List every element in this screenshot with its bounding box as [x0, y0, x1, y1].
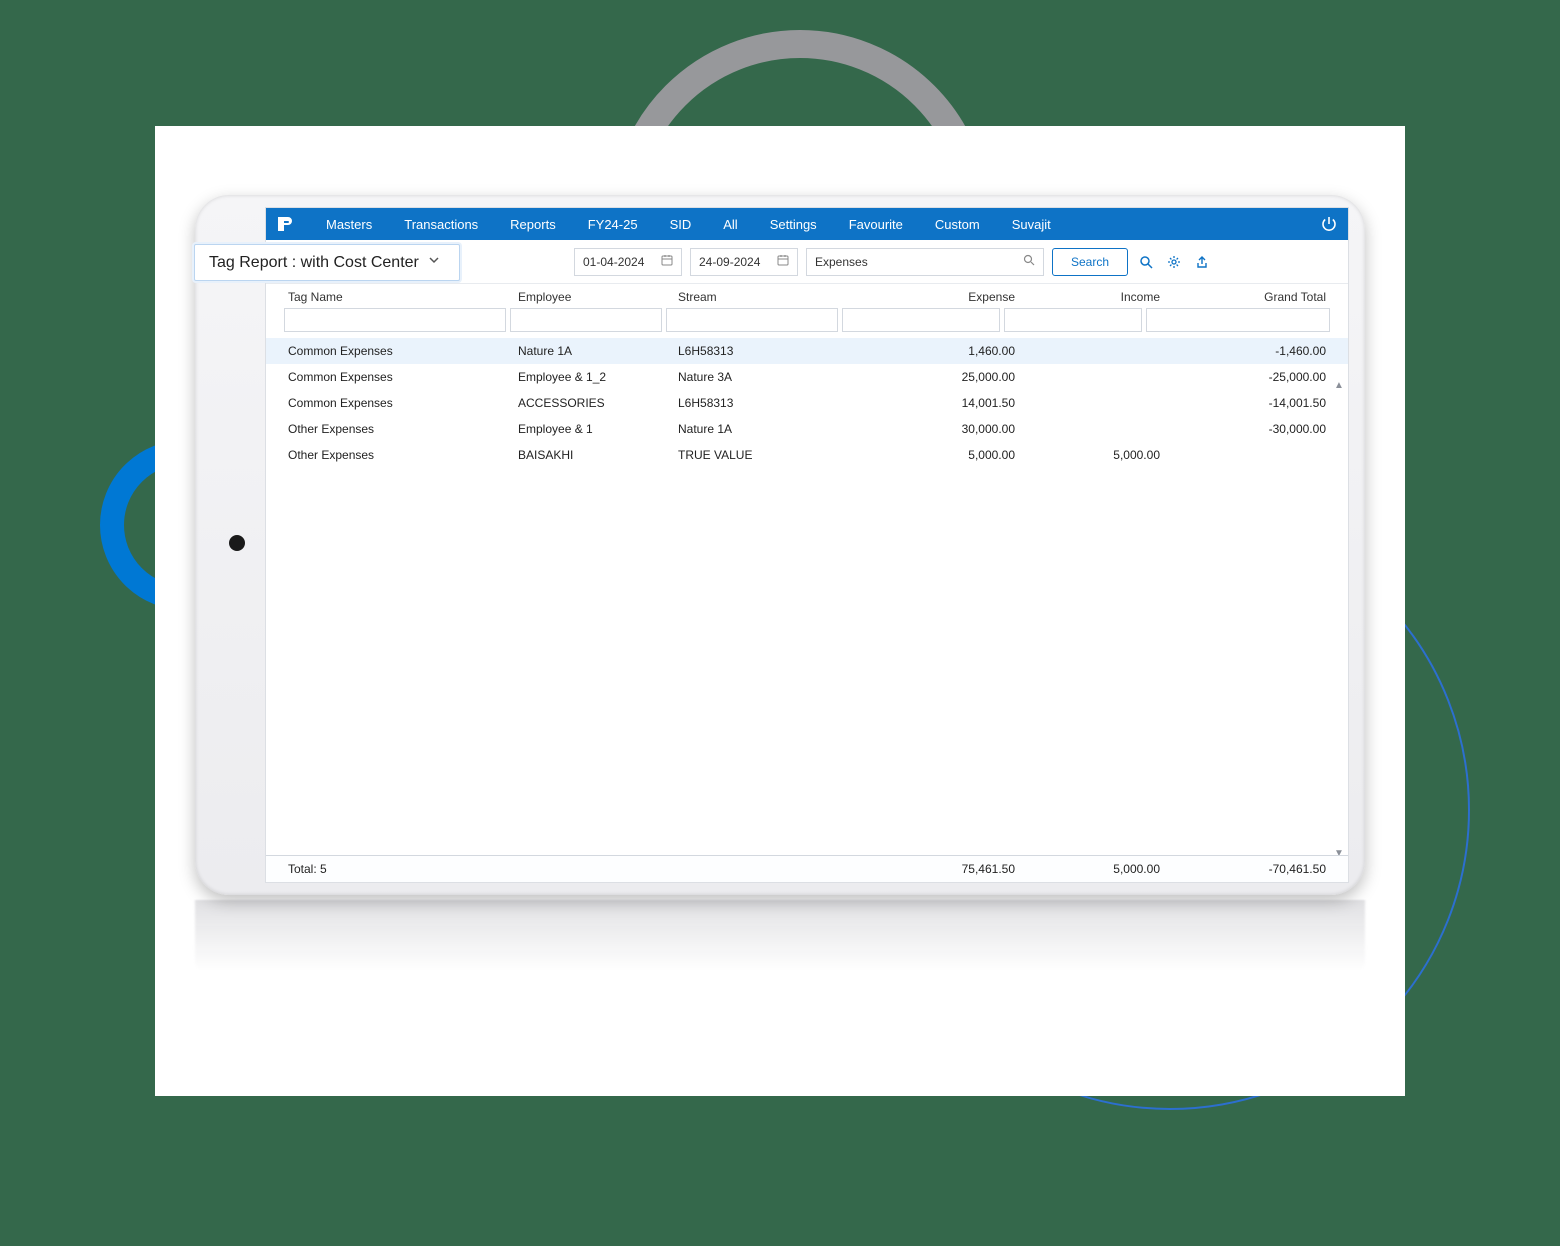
gear-icon[interactable]	[1164, 252, 1184, 272]
search-button[interactable]: Search	[1052, 248, 1128, 276]
cell-employee: ACCESSORIES	[514, 396, 674, 410]
cell-grand-total: -14,001.50	[1164, 396, 1330, 410]
cell-expense: 1,460.00	[854, 344, 1019, 358]
filter-grandtotal-input[interactable]	[1146, 308, 1330, 332]
to-date-value: 24-09-2024	[699, 255, 760, 269]
cell-stream: L6H58313	[674, 396, 854, 410]
nav-all[interactable]: All	[709, 208, 751, 240]
column-filter-row	[266, 308, 1348, 338]
nav-custom[interactable]: Custom	[921, 208, 994, 240]
filter-bar: Tag Report : with Cost Center 01-04-2024…	[266, 240, 1348, 284]
cell-expense: 14,001.50	[854, 396, 1019, 410]
filter-expense-input[interactable]	[842, 308, 1000, 332]
cell-grand-total: -25,000.00	[1164, 370, 1330, 384]
header-tag[interactable]: Tag Name	[284, 290, 514, 304]
tablet-frame: Masters Transactions Reports FY24-25 SID…	[195, 195, 1365, 895]
cell-employee: Nature 1A	[514, 344, 674, 358]
type-value: Expenses	[815, 255, 868, 269]
cell-grand-total: -1,460.00	[1164, 344, 1330, 358]
from-date-input[interactable]: 01-04-2024	[574, 248, 682, 276]
filter-stream-input[interactable]	[666, 308, 838, 332]
cell-stream: L6H58313	[674, 344, 854, 358]
cell-expense: 30,000.00	[854, 422, 1019, 436]
total-label: Total: 5	[284, 862, 514, 876]
header-income[interactable]: Income	[1019, 290, 1164, 304]
cell-tag: Common Expenses	[284, 396, 514, 410]
tablet-home-button	[229, 535, 245, 551]
calendar-icon	[661, 254, 673, 269]
cell-income	[1019, 370, 1164, 384]
cell-stream: TRUE VALUE	[674, 448, 854, 462]
nav-sid[interactable]: SID	[656, 208, 706, 240]
nav-favourite[interactable]: Favourite	[835, 208, 917, 240]
chevron-down-icon	[427, 253, 441, 272]
search-icon-button[interactable]	[1136, 252, 1156, 272]
app-screen: Masters Transactions Reports FY24-25 SID…	[265, 207, 1349, 883]
calendar-icon	[777, 254, 789, 269]
cell-grand-total: -30,000.00	[1164, 422, 1330, 436]
header-stream[interactable]: Stream	[674, 290, 854, 304]
export-icon[interactable]	[1192, 252, 1212, 272]
top-nav: Masters Transactions Reports FY24-25 SID…	[266, 208, 1348, 240]
table-row[interactable]: Common Expenses Employee & 1_2 Nature 3A…	[266, 364, 1348, 390]
table-body: Common Expenses Nature 1A L6H58313 1,460…	[266, 338, 1348, 468]
from-date-value: 01-04-2024	[583, 255, 644, 269]
tablet-reflection	[195, 900, 1365, 984]
totals-row: Total: 5 75,461.50 5,000.00 -70,461.50	[266, 855, 1348, 882]
filter-income-input[interactable]	[1004, 308, 1142, 332]
total-expense: 75,461.50	[854, 862, 1019, 876]
nav-fy[interactable]: FY24-25	[574, 208, 652, 240]
header-expense[interactable]: Expense	[854, 290, 1019, 304]
filter-tag-input[interactable]	[284, 308, 506, 332]
header-grand-total[interactable]: Grand Total	[1164, 290, 1330, 304]
filter-employee-input[interactable]	[510, 308, 662, 332]
column-headers: Tag Name Employee Stream Expense Income …	[266, 284, 1348, 308]
table-row[interactable]: Other Expenses Employee & 1 Nature 1A 30…	[266, 416, 1348, 442]
report-title-text: Tag Report : with Cost Center	[209, 254, 419, 272]
table-row[interactable]: Common Expenses ACCESSORIES L6H58313 14,…	[266, 390, 1348, 416]
cell-employee: Employee & 1	[514, 422, 674, 436]
cell-employee: Employee & 1_2	[514, 370, 674, 384]
cell-employee: BAISAKHI	[514, 448, 674, 462]
total-income: 5,000.00	[1019, 862, 1164, 876]
table-row[interactable]: Other Expenses BAISAKHI TRUE VALUE 5,000…	[266, 442, 1348, 468]
cell-tag: Common Expenses	[284, 344, 514, 358]
nav-masters[interactable]: Masters	[312, 208, 386, 240]
cell-income	[1019, 344, 1164, 358]
nav-reports[interactable]: Reports	[496, 208, 570, 240]
cell-expense: 25,000.00	[854, 370, 1019, 384]
cell-expense: 5,000.00	[854, 448, 1019, 462]
report-title-dropdown[interactable]: Tag Report : with Cost Center	[194, 244, 460, 281]
cell-income	[1019, 422, 1164, 436]
header-employee[interactable]: Employee	[514, 290, 674, 304]
app-logo-icon	[274, 213, 296, 235]
cell-grand-total	[1164, 448, 1330, 462]
table-row[interactable]: Common Expenses Nature 1A L6H58313 1,460…	[266, 338, 1348, 364]
cell-tag: Other Expenses	[284, 422, 514, 436]
cell-income	[1019, 396, 1164, 410]
total-grand-total: -70,461.50	[1164, 862, 1330, 876]
power-icon[interactable]	[1318, 213, 1340, 235]
type-select[interactable]: Expenses	[806, 248, 1044, 276]
cell-income: 5,000.00	[1019, 448, 1164, 462]
to-date-input[interactable]: 24-09-2024	[690, 248, 798, 276]
scroll-up-icon[interactable]: ▲	[1332, 380, 1346, 394]
cell-tag: Other Expenses	[284, 448, 514, 462]
cell-stream: Nature 1A	[674, 422, 854, 436]
nav-user[interactable]: Suvajit	[998, 208, 1065, 240]
cell-tag: Common Expenses	[284, 370, 514, 384]
nav-settings[interactable]: Settings	[756, 208, 831, 240]
search-icon	[1023, 254, 1035, 269]
cell-stream: Nature 3A	[674, 370, 854, 384]
nav-transactions[interactable]: Transactions	[390, 208, 492, 240]
